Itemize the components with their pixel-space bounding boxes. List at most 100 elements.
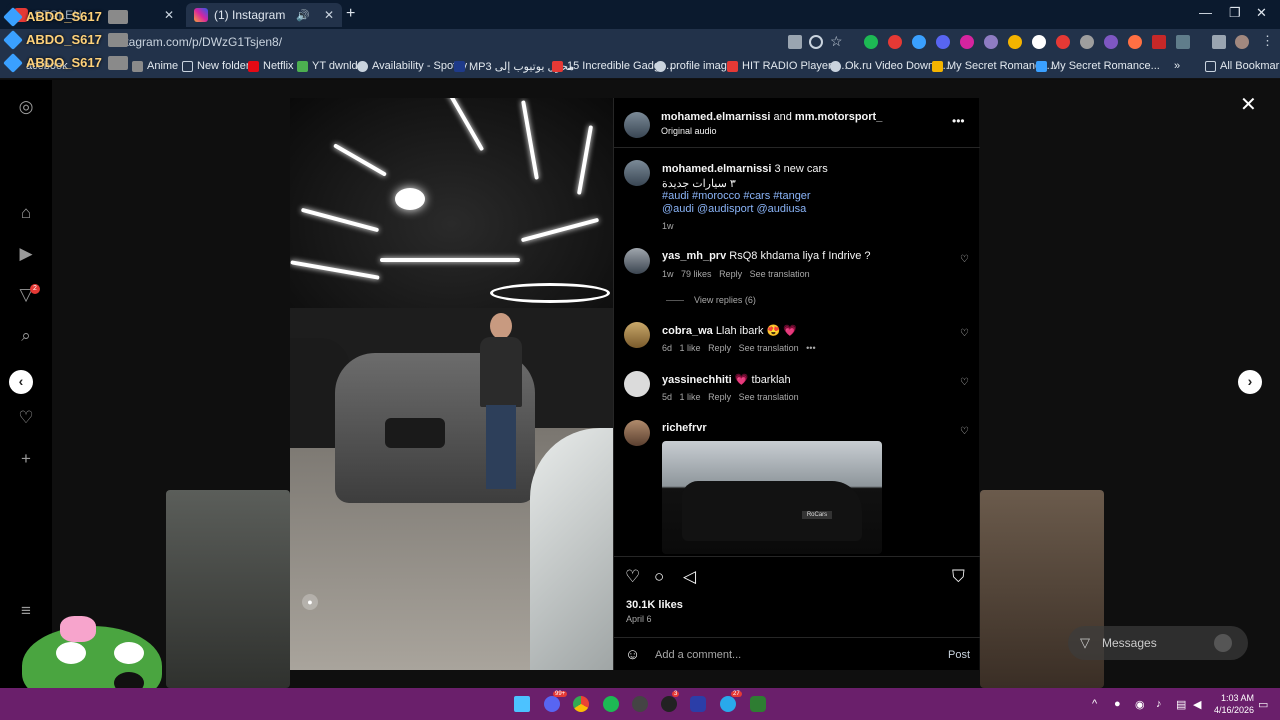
url-input[interactable]: instagram.com/p/DWzG1Tsjen8/: [110, 33, 282, 51]
extension-icon[interactable]: [888, 35, 902, 49]
profile-avatar-icon[interactable]: [1235, 35, 1249, 49]
minimize-icon[interactable]: —: [1199, 5, 1212, 20]
comment-image[interactable]: RoCars: [662, 441, 882, 554]
reply-button[interactable]: Reply: [708, 392, 731, 402]
bookmarks-overflow-icon[interactable]: »: [1174, 60, 1180, 72]
speaker-icon[interactable]: 🔊: [296, 9, 310, 22]
close-modal-icon[interactable]: ✕: [1240, 92, 1257, 117]
save-icon[interactable]: ⛉: [952, 567, 965, 587]
heart-icon[interactable]: ♡: [17, 409, 35, 427]
bookmark-item[interactable]: New folder: [182, 60, 250, 72]
tray-chevron-icon[interactable]: ^: [1092, 698, 1097, 710]
emoji-icon[interactable]: ☺: [625, 646, 640, 663]
extension-icon[interactable]: [1104, 35, 1118, 49]
extension-icon[interactable]: [1152, 35, 1166, 49]
sidepanel-icon[interactable]: [1212, 35, 1226, 49]
like-icon[interactable]: ♡: [625, 567, 640, 587]
coauthor-link[interactable]: mm.motorsport_: [795, 111, 882, 123]
install-icon[interactable]: [788, 35, 802, 49]
extension-icon[interactable]: [1056, 35, 1070, 49]
puzzle-icon[interactable]: [1176, 35, 1190, 49]
system-clock[interactable]: 1:03 AM 4/16/2026: [1210, 692, 1254, 716]
see-translation-link[interactable]: See translation: [750, 269, 810, 279]
comment-user[interactable]: cobra_wa: [662, 325, 713, 337]
create-icon[interactable]: +: [17, 450, 35, 468]
caption-author[interactable]: mohamed.elmarnissi: [662, 163, 771, 175]
extension-icon[interactable]: [864, 35, 878, 49]
post-comment-button[interactable]: Post: [948, 649, 970, 661]
likes-count[interactable]: 79 likes: [681, 269, 712, 279]
previous-post-button[interactable]: ‹: [9, 370, 33, 394]
tab-close-icon[interactable]: ✕: [324, 8, 334, 22]
share-icon[interactable]: ◁: [683, 567, 696, 587]
volume-icon[interactable]: ◀: [1193, 698, 1201, 711]
bookmark-item[interactable]: My Secret Romance...: [1036, 60, 1160, 72]
notifications-icon[interactable]: ▭: [1258, 698, 1268, 711]
restore-icon[interactable]: ❐: [1229, 5, 1241, 21]
messages-pill[interactable]: ▽ Messages: [1068, 626, 1248, 660]
like-comment-icon[interactable]: ♡: [960, 254, 969, 265]
instagram-logo-icon[interactable]: ◎: [17, 98, 35, 116]
bookmark-item[interactable]: Availability - Spotify: [357, 60, 467, 72]
avatar[interactable]: [624, 160, 650, 186]
avatar[interactable]: [624, 112, 650, 138]
comment-user[interactable]: yas_mh_prv: [662, 250, 726, 262]
close-window-icon[interactable]: ✕: [1256, 5, 1267, 21]
likes-count[interactable]: 1 like: [680, 343, 701, 353]
discord-icon[interactable]: [544, 696, 560, 712]
all-bookmarks[interactable]: All Bookmarks: [1205, 60, 1280, 72]
tab-instagram[interactable]: (1) Instagram 🔊 ✕: [186, 3, 342, 27]
new-tab-button[interactable]: +: [346, 5, 355, 23]
see-translation-link[interactable]: See translation: [739, 343, 799, 353]
caption-hashtags[interactable]: #audi #morocco #cars #tanger: [662, 190, 811, 202]
comment-input[interactable]: Add a comment...: [655, 649, 741, 661]
spotify-icon[interactable]: [603, 696, 619, 712]
extension-icon[interactable]: [936, 35, 950, 49]
app-icon[interactable]: [661, 696, 677, 712]
telegram-icon[interactable]: [720, 696, 736, 712]
extension-icon[interactable]: [960, 35, 974, 49]
more-options-icon[interactable]: •••: [952, 114, 965, 128]
microphone-icon[interactable]: ♪: [1156, 698, 1162, 710]
author-link[interactable]: mohamed.elmarnissi: [661, 111, 770, 123]
start-icon[interactable]: [514, 696, 530, 712]
app-icon[interactable]: [750, 696, 766, 712]
see-translation-link[interactable]: See translation: [739, 392, 799, 402]
browser-menu-icon[interactable]: ⋮: [1261, 33, 1274, 49]
chrome-icon[interactable]: [573, 696, 589, 712]
tray-discord-icon[interactable]: ◉: [1135, 698, 1145, 711]
post-image[interactable]: ●: [290, 98, 613, 670]
obs-icon[interactable]: [632, 696, 648, 712]
bookmark-item[interactable]: profile image: [655, 60, 733, 72]
tab-close-icon[interactable]: ✕: [164, 8, 174, 22]
bookmark-item[interactable]: Anime: [132, 60, 178, 72]
tray-app-icon[interactable]: ●: [1114, 698, 1121, 710]
likes-count[interactable]: 1 like: [680, 392, 701, 402]
avatar[interactable]: [624, 248, 650, 274]
view-replies-button[interactable]: View replies (6): [694, 295, 756, 305]
extension-icon[interactable]: [912, 35, 926, 49]
tagged-user-icon[interactable]: ●: [302, 594, 318, 610]
comment-more-icon[interactable]: •••: [806, 343, 815, 353]
bookmark-item[interactable]: YT dwnld: [297, 60, 358, 72]
zoom-icon[interactable]: [809, 35, 823, 49]
like-comment-icon[interactable]: ♡: [960, 328, 969, 339]
home-icon[interactable]: ⌂: [17, 204, 35, 222]
app-icon[interactable]: [690, 696, 706, 712]
bookmark-star-icon[interactable]: ☆: [830, 33, 843, 50]
extension-icon[interactable]: [1080, 35, 1094, 49]
comment-user[interactable]: yassinechhiti: [662, 374, 732, 386]
extension-icon[interactable]: [1032, 35, 1046, 49]
extension-icon[interactable]: [984, 35, 998, 49]
like-comment-icon[interactable]: ♡: [960, 377, 969, 388]
comment-icon[interactable]: ○: [654, 567, 664, 587]
avatar[interactable]: [624, 322, 650, 348]
avatar[interactable]: [624, 420, 650, 446]
reels-icon[interactable]: ▶: [17, 245, 35, 263]
next-post-button[interactable]: ›: [1238, 370, 1262, 394]
reply-button[interactable]: Reply: [708, 343, 731, 353]
extension-icon[interactable]: [1128, 35, 1142, 49]
network-icon[interactable]: ▤: [1176, 698, 1186, 711]
audio-link[interactable]: Original audio: [661, 126, 717, 136]
bookmark-item[interactable]: Netflix: [248, 60, 294, 72]
